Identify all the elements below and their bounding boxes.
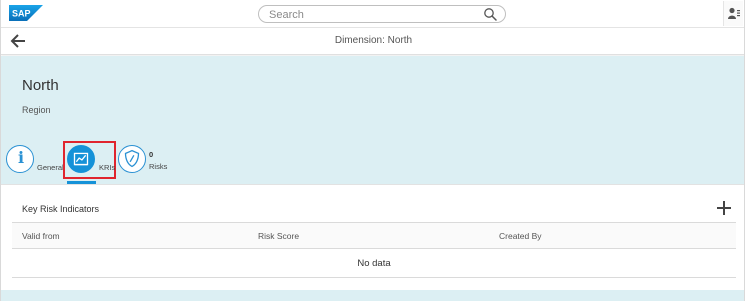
column-header-valid-from[interactable]: Valid from [22, 231, 60, 241]
column-header-created-by[interactable]: Created By [499, 231, 542, 241]
user-icon [728, 7, 740, 19]
sap-logo[interactable]: SAP [9, 5, 43, 21]
risk-shield-icon [124, 149, 140, 168]
tab-kris[interactable]: KRIs [63, 141, 117, 179]
add-icon[interactable] [716, 200, 732, 216]
tab-risks-count: 0 [149, 150, 154, 159]
tab-general[interactable]: i General [6, 145, 66, 177]
info-tab-circle: i [6, 145, 34, 173]
page-title: Dimension: North [334, 35, 413, 46]
search-icon[interactable] [483, 7, 497, 21]
object-subtitle: Region [22, 105, 51, 115]
search-field[interactable] [258, 5, 506, 23]
risk-tab-circle [118, 145, 146, 173]
shell-bar: SAP [1, 0, 744, 28]
tab-general-label: General [37, 163, 64, 172]
tab-kris-label: KRIs [99, 163, 116, 172]
page-header: Dimension: North [1, 28, 744, 55]
kri-section: Key Risk Indicators Valid from Risk Scor… [1, 184, 744, 290]
table-header: Valid from Risk Score Created By [12, 222, 736, 249]
tab-risks-label: Risks [149, 162, 168, 171]
kri-tab-circle [67, 145, 95, 173]
sap-logo-text: SAP [12, 9, 31, 19]
no-data-text: No data [357, 258, 391, 269]
user-menu-button[interactable] [723, 1, 743, 26]
info-icon: i [17, 148, 25, 167]
tab-risks[interactable]: 0 Risks [118, 145, 178, 177]
app-shell: SAP Dimension: North No [0, 0, 745, 301]
search-input[interactable] [269, 7, 469, 22]
section-title: Key Risk Indicators [22, 204, 100, 214]
table-row: No data [12, 249, 736, 278]
footer-strip [1, 290, 744, 301]
kri-chart-icon [73, 152, 89, 166]
kri-table: Valid from Risk Score Created By No data [12, 222, 736, 278]
column-header-risk-score[interactable]: Risk Score [258, 231, 299, 241]
object-title: North [22, 77, 59, 94]
